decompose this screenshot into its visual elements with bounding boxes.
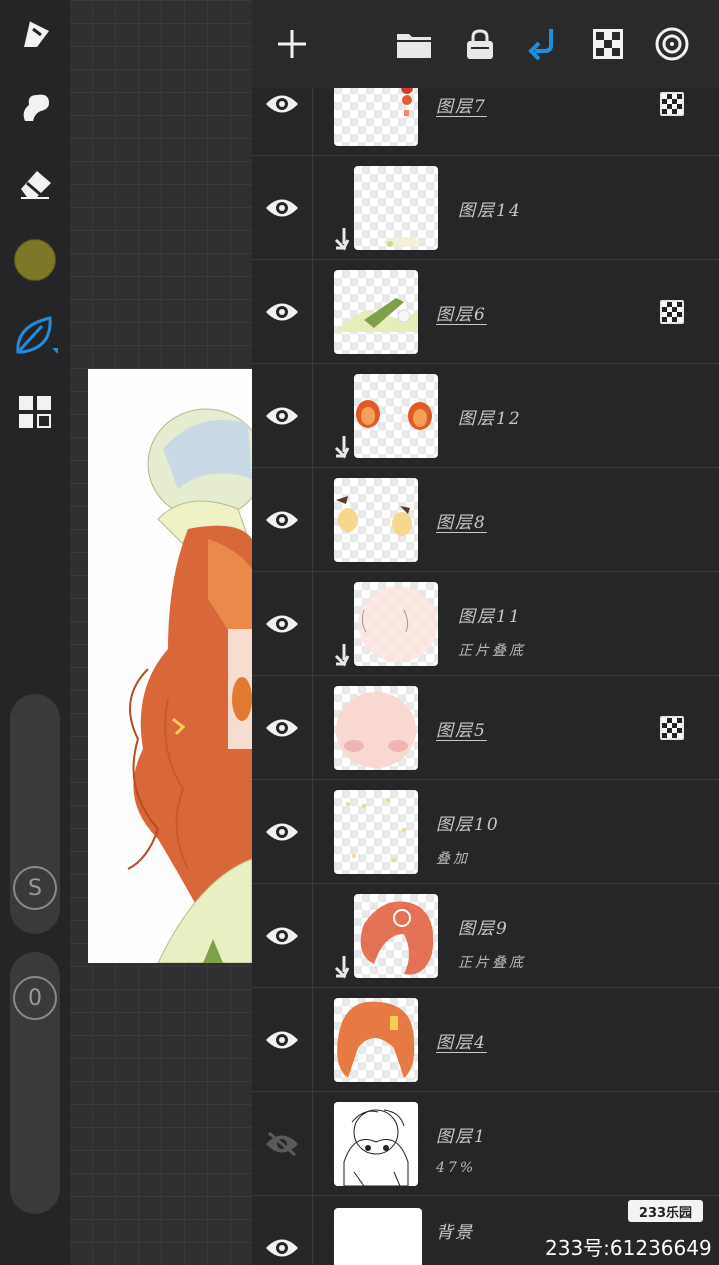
layer-name[interactable]: 图层9: [458, 914, 509, 939]
layer-blend-mode: 叠加: [436, 851, 470, 867]
layer-row[interactable]: 图层4: [252, 988, 719, 1092]
layer-thumbnail[interactable]: [334, 790, 418, 874]
eye-icon[interactable]: [252, 364, 313, 467]
layer-name[interactable]: 图层14: [458, 196, 522, 221]
layer-name[interactable]: 背景: [436, 1218, 474, 1243]
brush-icon[interactable]: [10, 8, 60, 58]
checker-icon[interactable]: [586, 22, 630, 66]
layer-thumbnail[interactable]: [334, 478, 418, 562]
eye-icon[interactable]: [252, 884, 313, 987]
layer-name[interactable]: 图层6: [436, 300, 487, 325]
alpha-lock-icon[interactable]: [660, 300, 684, 324]
layers-panel-header: [252, 0, 719, 88]
layer-blend-mode: 正片叠底: [458, 643, 526, 659]
layer-thumbnail[interactable]: [354, 374, 438, 458]
layer-name[interactable]: 图层7: [436, 92, 487, 117]
eye-icon[interactable]: [252, 780, 313, 883]
layer-thumbnail[interactable]: [354, 166, 438, 250]
layer-row[interactable]: 图层1 47%: [252, 1092, 719, 1196]
layer-blend-mode: 47%: [436, 1160, 477, 1176]
clip-arrow-icon: [332, 434, 350, 460]
layers-icon[interactable]: [10, 387, 60, 437]
watermark-id: 233号:61236649: [545, 1236, 712, 1260]
canvas-artwork[interactable]: [88, 369, 252, 963]
eye-icon[interactable]: [252, 1196, 313, 1265]
watermark-logo: 233乐园: [628, 1200, 703, 1222]
smudge-icon[interactable]: [10, 82, 60, 132]
layer-thumbnail[interactable]: [334, 998, 418, 1082]
eye-icon[interactable]: [252, 676, 313, 779]
color-swatch[interactable]: [10, 235, 60, 285]
left-toolbar: S 0: [0, 0, 70, 1265]
layer-row[interactable]: 图层12: [252, 364, 719, 468]
brush-size-slider[interactable]: S: [10, 694, 60, 934]
layer-row[interactable]: 图层8: [252, 468, 719, 572]
layer-name[interactable]: 图层10: [436, 810, 500, 835]
brush-opacity-slider[interactable]: 0: [10, 952, 60, 1214]
layer-thumbnail[interactable]: [334, 1208, 422, 1265]
eye-icon[interactable]: [252, 468, 313, 571]
app-root: S 0 图层7 图层14 图层6 图层12 图层8 图层11 正片叠底 图层5 图层10 叠加 图层…: [0, 0, 719, 1265]
layer-name[interactable]: 图层11: [458, 602, 522, 627]
layer-name[interactable]: 图层8: [436, 508, 487, 533]
alpha-lock-icon[interactable]: [660, 92, 684, 116]
character-illustration: [127, 408, 252, 963]
layer-row[interactable]: 图层11 正片叠底: [252, 572, 719, 676]
clip-arrow-icon: [332, 226, 350, 252]
clip-arrow-icon: [332, 954, 350, 980]
layer-thumbnail[interactable]: [354, 582, 438, 666]
layer-thumbnail[interactable]: [334, 686, 418, 770]
opacity-slider-knob[interactable]: 0: [13, 976, 57, 1020]
plus-icon[interactable]: [270, 22, 314, 66]
size-slider-knob[interactable]: S: [13, 866, 57, 910]
layer-thumbnail[interactable]: [354, 894, 438, 978]
eye-icon[interactable]: [252, 260, 313, 363]
layer-row[interactable]: 图层10 叠加: [252, 780, 719, 884]
eye-icon[interactable]: [252, 988, 313, 1091]
layers-panel: 图层7 图层14 图层6 图层12 图层8 图层11 正片叠底 图层5 图层10 叠加 图层9 正片叠…: [252, 0, 719, 1265]
clip-arrow-icon: [332, 642, 350, 668]
eraser-icon[interactable]: [10, 158, 60, 208]
layer-row[interactable]: 图层6: [252, 260, 719, 364]
layer-row[interactable]: 图层5: [252, 676, 719, 780]
alpha-lock-icon[interactable]: [660, 716, 684, 740]
layer-blend-mode: 正片叠底: [458, 955, 526, 971]
layer-name[interactable]: 图层4: [436, 1028, 487, 1053]
folder-icon[interactable]: [392, 22, 436, 66]
leaf-brush-icon[interactable]: [10, 310, 60, 360]
layer-name[interactable]: 图层1: [436, 1122, 487, 1147]
layer-row[interactable]: 图层9 正片叠底: [252, 884, 719, 988]
layer-row[interactable]: 图层14: [252, 156, 719, 260]
layer-thumbnail[interactable]: [334, 1102, 418, 1186]
lock-icon[interactable]: [458, 22, 502, 66]
layer-name[interactable]: 图层5: [436, 716, 487, 741]
layer-thumbnail[interactable]: [334, 270, 418, 354]
merge-down-icon[interactable]: [522, 22, 566, 66]
eye-icon[interactable]: [252, 156, 313, 259]
eye-icon[interactable]: [252, 572, 313, 675]
layer-name[interactable]: 图层12: [458, 404, 522, 429]
target-icon[interactable]: [650, 22, 694, 66]
eye-hidden-icon[interactable]: [252, 1092, 313, 1195]
